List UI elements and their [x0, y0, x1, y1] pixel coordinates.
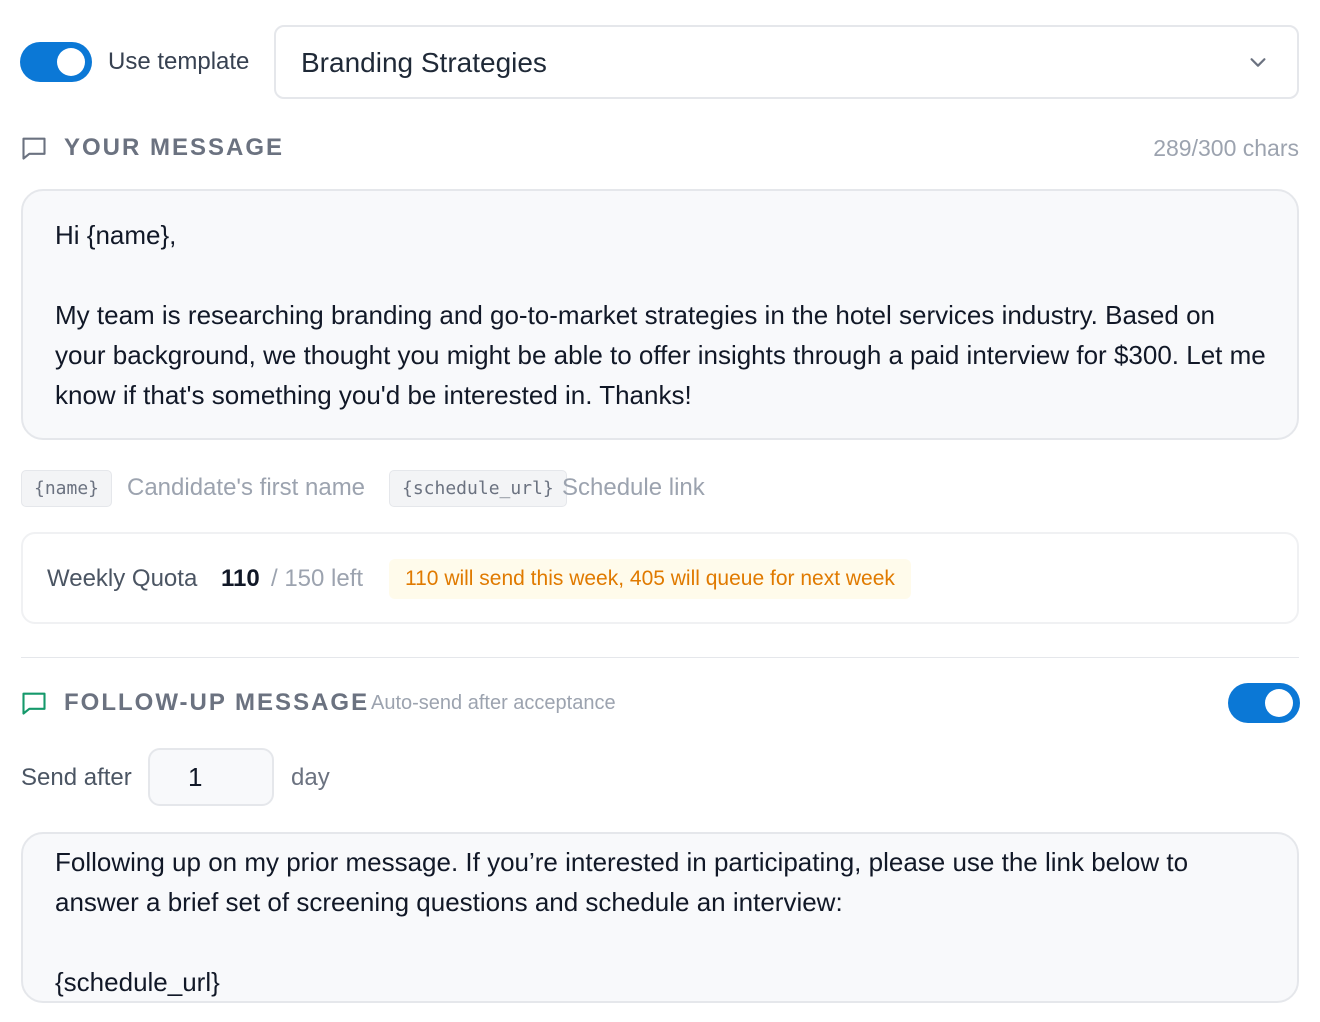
- char-count: 289/300 chars: [1153, 135, 1299, 161]
- followup-editor[interactable]: Following up on my prior message. If you…: [21, 832, 1299, 1003]
- quota-notice: 110 will send this week, 405 will queue …: [389, 559, 911, 599]
- variable-chip-schedule-url[interactable]: {schedule_url}: [389, 470, 567, 507]
- template-select-value: Branding Strategies: [301, 47, 547, 78]
- send-after-days-input[interactable]: [148, 748, 274, 806]
- followup-text[interactable]: Following up on my prior message. If you…: [55, 842, 1267, 1001]
- chevron-down-icon: [1250, 58, 1266, 67]
- variable-description: Candidate's first name: [127, 474, 366, 501]
- followup-subtitle: Auto-send after acceptance: [371, 692, 616, 714]
- variable-description: Schedule link: [562, 474, 705, 501]
- message-editor[interactable]: Hi {name}, My team is researching brandi…: [21, 189, 1299, 440]
- followup-section-title: FOLLOW-UP MESSAGE: [64, 689, 370, 716]
- message-square-icon: [22, 137, 46, 160]
- toggle-knob: [1265, 689, 1293, 717]
- toggle-knob: [57, 48, 85, 76]
- message-section-title: YOUR MESSAGE: [64, 134, 285, 161]
- followup-toggle[interactable]: [1228, 683, 1300, 723]
- use-template-label: Use template: [108, 48, 250, 75]
- send-after-label: Send after: [21, 764, 132, 791]
- use-template-toggle[interactable]: [20, 42, 92, 82]
- template-select[interactable]: Branding Strategies: [274, 25, 1299, 99]
- send-after-unit: day: [291, 764, 330, 791]
- variable-chip-name[interactable]: {name}: [21, 470, 113, 507]
- message-square-icon: [22, 692, 46, 715]
- quota-used: 110: [221, 565, 260, 592]
- divider: [21, 657, 1299, 658]
- weekly-quota-card: Weekly Quota 110 / 150 left 110 will sen…: [21, 532, 1299, 624]
- message-text[interactable]: Hi {name}, My team is researching brandi…: [55, 215, 1267, 415]
- quota-label: Weekly Quota: [47, 565, 198, 592]
- quota-total: / 150 left: [271, 565, 364, 592]
